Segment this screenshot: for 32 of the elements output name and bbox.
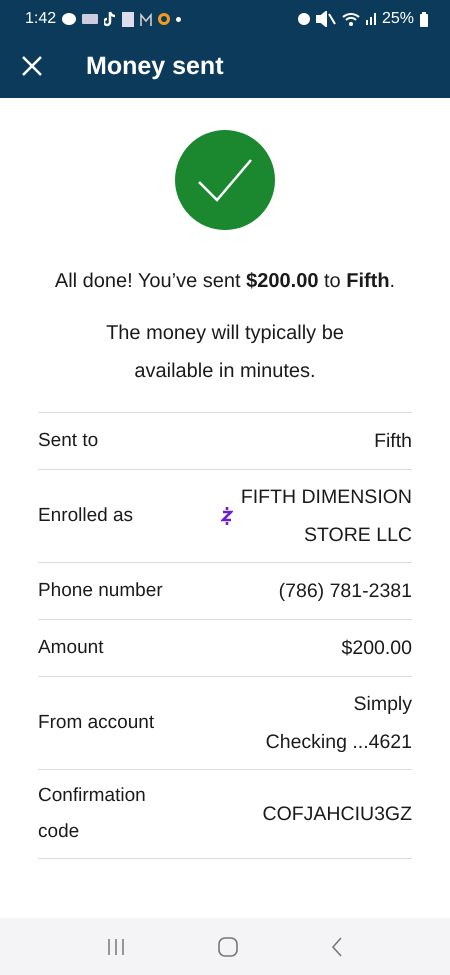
- mute-icon: [316, 11, 336, 27]
- status-time: 1:42: [25, 10, 56, 28]
- detail-value: (786) 781-2381: [278, 579, 412, 604]
- ring-icon: [158, 13, 170, 25]
- detail-label: From account: [38, 711, 154, 735]
- back-button[interactable]: [331, 936, 344, 956]
- detail-label: Confirmation code: [38, 784, 147, 844]
- mail-icon: [140, 12, 152, 26]
- confirmation-message: All done! You’ve sent $200.00 to Fifth.: [54, 269, 396, 294]
- detail-value: Fifth: [374, 429, 412, 454]
- detail-value: $200.00: [342, 636, 412, 661]
- detail-label: Sent to: [38, 429, 98, 453]
- wifi-icon: [342, 12, 360, 26]
- page-title: Money sent: [86, 52, 224, 80]
- app-icon: [82, 14, 98, 24]
- recent-apps-button[interactable]: [106, 938, 125, 956]
- detail-value: FIFTH DIMENSION STORE LLC: [240, 485, 412, 548]
- dollar-icon: [220, 507, 233, 525]
- availability-note: The money will typically be available in minutes.: [105, 321, 345, 384]
- dot-icon: [176, 16, 182, 22]
- home-button[interactable]: [218, 936, 238, 956]
- signal-icon: [366, 13, 376, 25]
- close-button[interactable]: [20, 54, 44, 78]
- detail-value: COFJAHCIU3GZ: [262, 802, 412, 827]
- detail-label: Amount: [38, 636, 104, 660]
- detail-label: Enrolled as: [38, 504, 134, 528]
- music-note-icon: [104, 11, 116, 27]
- document-icon: [122, 12, 134, 26]
- battery-icon: [420, 12, 428, 26]
- battery-percent: 25%: [382, 10, 414, 28]
- detail-value: Simply Checking ...4621: [266, 692, 412, 755]
- detail-label: Phone number: [38, 579, 163, 603]
